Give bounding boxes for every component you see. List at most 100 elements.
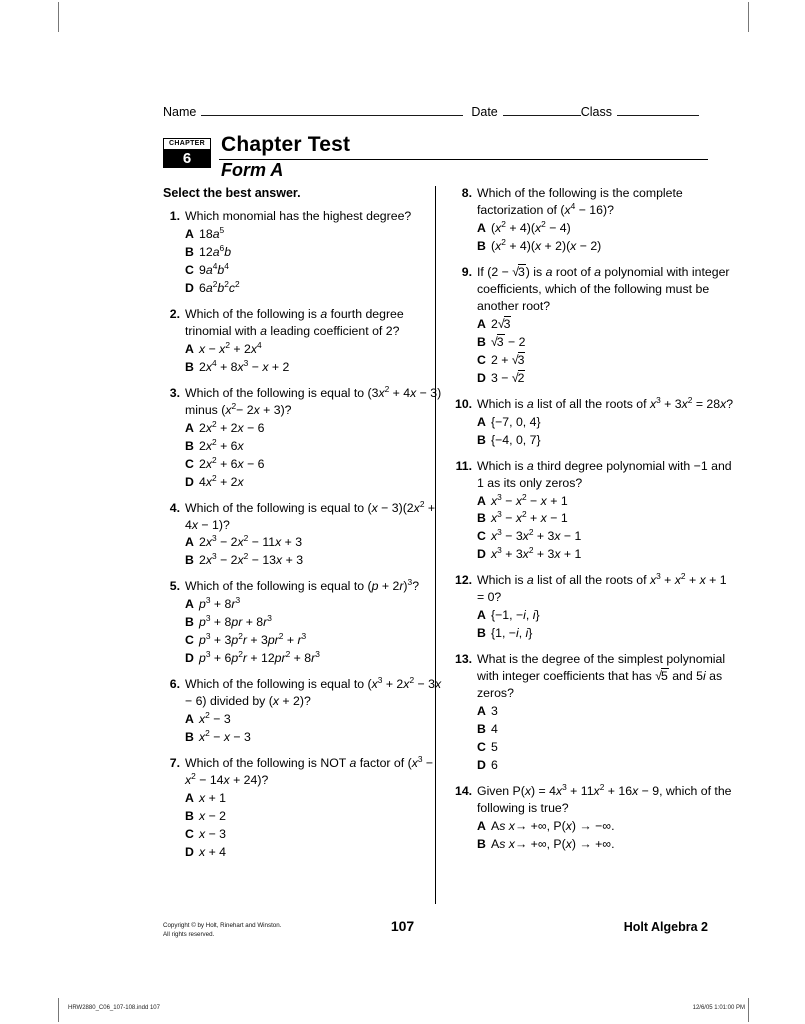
question-body: Which of the following is NOT a factor o… bbox=[185, 755, 443, 861]
answer-choice-letter: D bbox=[477, 547, 486, 562]
answer-choice[interactable]: B 2x3 − 2x2 − 13x + 3 bbox=[185, 552, 443, 569]
answer-choice[interactable]: B (x2 + 4)(x + 2)(x − 2) bbox=[477, 238, 735, 255]
answer-choice-text: 18a5 bbox=[199, 224, 225, 241]
answer-choice[interactable]: A As x→ +∞, P(x) → −∞. bbox=[477, 818, 735, 835]
question-text: Which of the following is a fourth degre… bbox=[185, 306, 404, 338]
answer-choice[interactable]: C5 bbox=[477, 739, 735, 756]
worksheet-page: Name Date Class CHAPTER 6 Chapter Test F… bbox=[0, 0, 805, 1024]
masthead: CHAPTER 6 Chapter Test Form A bbox=[163, 133, 708, 182]
answer-choice-text: 2x2 + 6x bbox=[199, 436, 244, 453]
answer-choice[interactable]: C 2 + √3 bbox=[477, 351, 735, 369]
answer-choice[interactable]: B √3 − 2 bbox=[477, 333, 735, 351]
answer-choice[interactable]: C 9a4b4 bbox=[185, 262, 443, 279]
class-label: Class bbox=[580, 105, 613, 119]
answer-choice[interactable]: D6 bbox=[477, 757, 735, 774]
answer-choice[interactable]: Ax + 1 bbox=[185, 790, 443, 807]
answer-choice-letter: D bbox=[185, 474, 194, 489]
answer-choice[interactable]: Cx3 − 3x2 + 3x − 1 bbox=[477, 528, 735, 545]
answer-choice-letter: A bbox=[477, 220, 486, 235]
answer-choice-letter: A bbox=[477, 608, 486, 623]
answer-choice[interactable]: Bx2 − x − 3 bbox=[185, 729, 443, 746]
answer-choice-letter: D bbox=[185, 844, 194, 859]
answer-choice-letter: C bbox=[185, 633, 194, 648]
answer-choice-letter: C bbox=[477, 352, 486, 367]
question-item: 4. Which of the following is equal to (x … bbox=[163, 499, 443, 570]
answer-choice-text: (x2 + 4)(x2 − 4) bbox=[491, 218, 571, 235]
answer-choice[interactable]: Ap3 + 8r3 bbox=[185, 596, 443, 613]
answer-choice[interactable]: Ax3 − x2 − x + 1 bbox=[477, 492, 735, 510]
answer-choice-letter: B bbox=[477, 432, 486, 447]
brand-label: Holt Algebra 2 bbox=[623, 920, 708, 934]
answer-choice-letter: B bbox=[185, 809, 194, 824]
answer-choice-letter: A bbox=[477, 414, 486, 429]
answer-choice[interactable]: Ax − x2 + 2x4 bbox=[185, 341, 443, 358]
answer-choice[interactable]: Dp3 + 6p2r + 12pr2 + 8r3 bbox=[185, 650, 443, 667]
answer-choice[interactable]: Cx − 3 bbox=[185, 826, 443, 843]
answer-choice[interactable]: B 2x4 + 8x3 − x + 2 bbox=[185, 358, 443, 376]
answer-choice-letter: A bbox=[477, 818, 486, 833]
question-text: Which of the following is equal to (3x2 … bbox=[185, 383, 442, 417]
form-subtitle: Form A bbox=[221, 160, 284, 180]
answer-choice-text: p3 + 8r3 bbox=[199, 595, 241, 612]
question-item: 5. Which of the following is equal to (p … bbox=[163, 578, 443, 667]
question-number: 7. bbox=[169, 756, 180, 771]
answer-choice[interactable]: Bx − 2 bbox=[185, 808, 443, 825]
question-number: 9. bbox=[461, 264, 472, 279]
question-item: 10. Which is a list of all the roots of x… bbox=[455, 394, 735, 449]
answer-choice-text: x + 4 bbox=[199, 844, 227, 859]
question-number: 5. bbox=[169, 579, 180, 594]
answer-choice[interactable]: A 18a5 bbox=[185, 226, 443, 243]
name-write-line[interactable] bbox=[201, 104, 464, 116]
answer-choice-text: 6a2b2c2 bbox=[199, 278, 240, 295]
student-info-row: Name Date Class bbox=[163, 104, 708, 119]
answer-choice[interactable]: Cp3 + 3p2r + 3pr2 + r3 bbox=[185, 632, 443, 649]
answer-choice[interactable]: A {−1, −i, i} bbox=[477, 607, 735, 624]
class-write-line[interactable] bbox=[617, 104, 700, 116]
answer-choice-letter: B bbox=[477, 334, 486, 349]
question-text: Which of the following is the complete f… bbox=[477, 186, 683, 217]
instruction-text: Select the best answer. bbox=[163, 186, 301, 200]
answer-choice[interactable]: D 4x2 + 2x bbox=[185, 473, 443, 491]
answer-choice[interactable]: Ax2 − 3 bbox=[185, 711, 443, 728]
answer-choice[interactable]: A {−7, 0, 4} bbox=[477, 414, 735, 431]
answer-choice-letter: A bbox=[477, 493, 486, 508]
answer-choice-letter: D bbox=[185, 280, 194, 295]
answer-choice[interactable]: Dx + 4 bbox=[185, 844, 443, 861]
answer-choice[interactable]: B4 bbox=[477, 721, 735, 738]
answer-choice-letter: B bbox=[185, 359, 194, 374]
answer-choice[interactable]: D 6a2b2c2 bbox=[185, 280, 443, 297]
answer-choice[interactable]: Bp3 + 8pr + 8r3 bbox=[185, 614, 443, 631]
answer-choice[interactable]: A 2√3 bbox=[477, 315, 735, 333]
answer-choice-letter: A bbox=[185, 226, 194, 241]
questions-column-right: 8. Which of the following is the complete… bbox=[455, 185, 735, 862]
date-label: Date bbox=[471, 105, 498, 119]
date-write-line[interactable] bbox=[502, 104, 581, 116]
answer-choice[interactable]: D 3 − √2 bbox=[477, 369, 735, 387]
answer-choice[interactable]: A 2x2 + 2x − 6 bbox=[185, 419, 443, 437]
question-text: Which is a third degree polynomial with … bbox=[477, 458, 732, 490]
answer-choice[interactable]: B {−4, 0, 7} bbox=[477, 432, 735, 449]
answer-choice-text: 5 bbox=[491, 740, 498, 755]
answer-choice[interactable]: A 2x3 − 2x2 − 11x + 3 bbox=[185, 534, 443, 551]
question-item: 1. Which monomial has the highest degree?… bbox=[163, 208, 443, 297]
answer-choice-text: p3 + 8pr + 8r3 bbox=[199, 613, 272, 630]
question-number: 1. bbox=[169, 209, 180, 223]
question-number: 11. bbox=[455, 458, 472, 473]
answer-choice[interactable]: B {1, −i, i} bbox=[477, 625, 735, 642]
answer-choice[interactable]: Dx3 + 3x2 + 3x + 1 bbox=[477, 546, 735, 563]
chapter-badge: CHAPTER 6 bbox=[163, 138, 211, 168]
answer-choice[interactable]: Bx3 − x2 + x − 1 bbox=[477, 510, 735, 527]
answer-choice[interactable]: C 2x2 + 6x − 6 bbox=[185, 454, 443, 473]
answer-choice[interactable]: B 2x2 + 6x bbox=[185, 436, 443, 455]
answer-choice[interactable]: A (x2 + 4)(x2 − 4) bbox=[477, 220, 735, 237]
question-text: Which is a list of all the roots of x3 +… bbox=[477, 394, 734, 411]
answer-choice-letter: B bbox=[477, 626, 486, 641]
answer-choice[interactable]: A3 bbox=[477, 703, 735, 720]
question-item: 14. Given P(x) = 4x3 + 11x2 + 16x − 9, wh… bbox=[455, 783, 735, 853]
answer-choice[interactable]: B 12a6b bbox=[185, 244, 443, 261]
answer-choice[interactable]: B As x→ +∞, P(x) → +∞. bbox=[477, 836, 735, 853]
questions-column-left: 1. Which monomial has the highest degree?… bbox=[163, 208, 443, 870]
answer-choice-text: 2x2 + 6x − 6 bbox=[199, 454, 265, 471]
question-body: Given P(x) = 4x3 + 11x2 + 16x − 9, which… bbox=[477, 783, 735, 853]
answer-choice-text: x3 − 3x2 + 3x − 1 bbox=[491, 527, 582, 544]
